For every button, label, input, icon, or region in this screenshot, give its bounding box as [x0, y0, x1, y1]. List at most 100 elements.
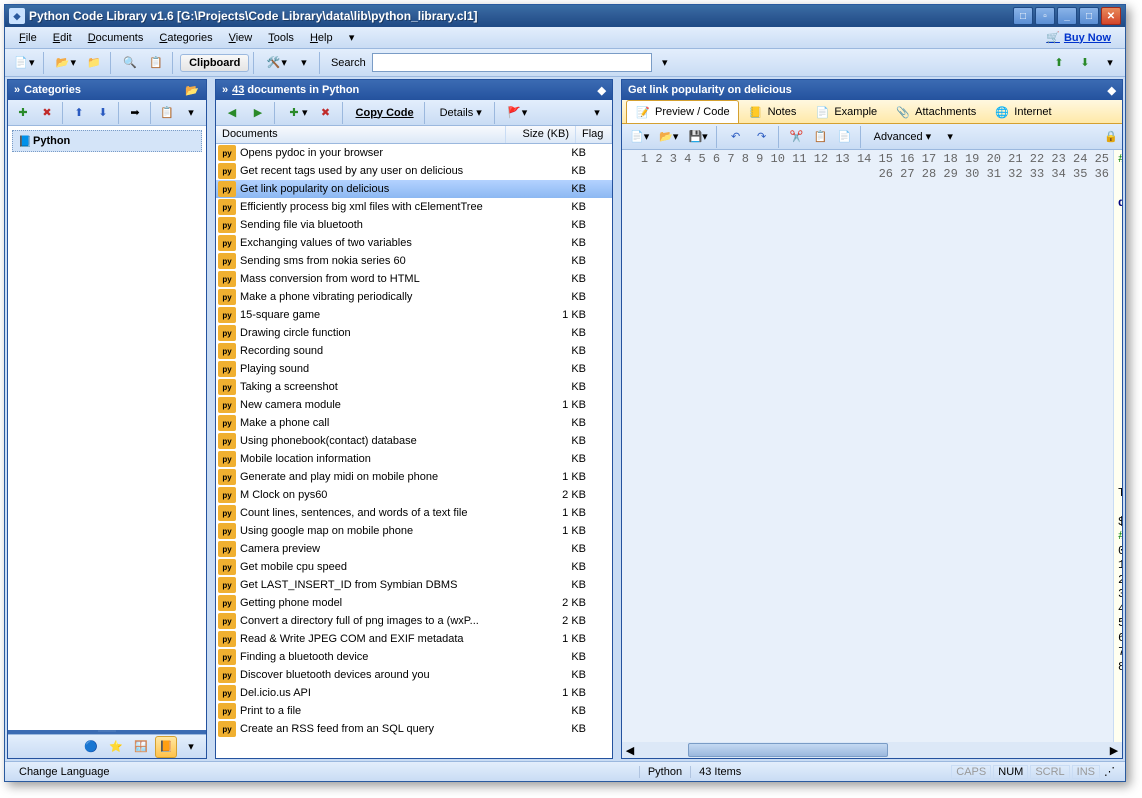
menu-edit[interactable]: Edit — [45, 30, 80, 46]
window-minimize-button[interactable]: _ — [1057, 7, 1077, 25]
category-item-python[interactable]: 📘 Python — [12, 130, 202, 152]
document-row[interactable]: pyCount lines, sentences, and words of a… — [216, 504, 612, 522]
documents-category-link[interactable]: Python — [322, 84, 359, 96]
cat-fav-button[interactable]: ⭐ — [105, 736, 127, 758]
open-button[interactable]: 📂▾ — [51, 52, 81, 74]
window-restore2-button[interactable]: ▫ — [1035, 7, 1055, 25]
document-row[interactable]: pyGet recent tags used by any user on de… — [216, 162, 612, 180]
copy-button[interactable]: 📋 — [810, 126, 832, 148]
paste-button[interactable]: 📄 — [834, 126, 856, 148]
doc-forward-button[interactable]: ▶ — [246, 102, 270, 124]
document-row[interactable]: pyNew camera module1 KB — [216, 396, 612, 414]
cat-indent-button[interactable]: ➡ — [124, 102, 146, 124]
copy-code-button[interactable]: Copy Code — [350, 105, 420, 121]
column-size[interactable]: Size (KB) — [506, 126, 576, 143]
nav-down-button[interactable]: ⬇ — [1073, 52, 1097, 74]
document-row[interactable]: pyCreate an RSS feed from an SQL queryKB — [216, 720, 612, 738]
code-editor[interactable]: 1 2 3 4 5 6 7 8 9 10 11 12 13 14 15 16 1… — [622, 150, 1122, 742]
cat-down-button[interactable]: ⬇ — [92, 102, 114, 124]
horizontal-scrollbar[interactable]: ◀▶ — [622, 742, 1122, 758]
code-text[interactable]: #We are using python's delicious-py modu… — [1114, 150, 1122, 742]
lock-icon[interactable]: 🔒 — [1104, 130, 1118, 143]
document-row[interactable]: pyUsing google map on mobile phone1 KB — [216, 522, 612, 540]
menu-overflow-icon[interactable]: ▾ — [341, 27, 363, 49]
resize-grip-icon[interactable]: ⋰ — [1100, 765, 1119, 778]
splitter-right[interactable] — [615, 77, 619, 761]
cat-overflow-icon[interactable]: ▾ — [180, 102, 202, 124]
document-row[interactable]: py15-square game1 KB — [216, 306, 612, 324]
folder-icon[interactable]: 📂 — [184, 82, 200, 98]
scrollbar-thumb[interactable] — [688, 743, 888, 757]
titlebar[interactable]: ◆ Python Code Library v1.6 [G:\Projects\… — [5, 5, 1125, 27]
tab-example[interactable]: 📄Example — [805, 100, 886, 123]
document-row[interactable]: pyEfficiently process big xml files with… — [216, 198, 612, 216]
document-row[interactable]: pyMake a phone vibrating periodicallyKB — [216, 288, 612, 306]
cat-delete-button[interactable]: ✖ — [36, 102, 58, 124]
cat-bottom-overflow[interactable]: ▾ — [180, 736, 202, 758]
code-new-button[interactable]: 📄▾ — [626, 126, 653, 148]
code-overflow-icon[interactable]: ▾ — [939, 126, 961, 148]
chevron-icon[interactable]: ◆ — [1108, 84, 1116, 97]
clipboard-button[interactable]: Clipboard — [180, 54, 249, 72]
document-row[interactable]: pySending file via bluetoothKB — [216, 216, 612, 234]
window-restore1-button[interactable]: □ — [1013, 7, 1033, 25]
document-row[interactable]: pyRecording soundKB — [216, 342, 612, 360]
doc-delete-button[interactable]: ✖ — [314, 102, 338, 124]
document-row[interactable]: pyGet LAST_INSERT_ID from Symbian DBMSKB — [216, 576, 612, 594]
chevron-icon[interactable]: ◆ — [598, 84, 606, 97]
document-row[interactable]: pyFinding a bluetooth deviceKB — [216, 648, 612, 666]
redo-button[interactable]: ↷ — [750, 126, 774, 148]
tab-attachments[interactable]: 📎Attachments — [886, 100, 985, 123]
doc-back-button[interactable]: ◀ — [220, 102, 244, 124]
document-row[interactable]: pyTaking a screenshotKB — [216, 378, 612, 396]
document-row[interactable]: pyDel.icio.us API1 KB — [216, 684, 612, 702]
nav-up-button[interactable]: ⬆ — [1047, 52, 1071, 74]
menu-view[interactable]: View — [221, 30, 261, 46]
document-row[interactable]: pyExchanging values of two variablesKB — [216, 234, 612, 252]
doc-add-button[interactable]: ✚▾ — [282, 102, 312, 124]
menu-help[interactable]: Help — [302, 30, 341, 46]
document-row[interactable]: pyPrint to a fileKB — [216, 702, 612, 720]
document-row[interactable]: pyGetting phone model2 KB — [216, 594, 612, 612]
search-button[interactable]: 🔍 — [118, 52, 142, 74]
cat-book-button[interactable]: 📙 — [155, 736, 177, 758]
tab-notes[interactable]: 📒Notes — [739, 100, 806, 123]
documents-header[interactable]: » 43 documents in Python ◆ — [216, 80, 612, 100]
document-row[interactable]: pyMake a phone callKB — [216, 414, 612, 432]
menu-documents[interactable]: Documents — [80, 30, 152, 46]
nav-overflow-icon[interactable]: ▾ — [1099, 52, 1121, 74]
document-row[interactable]: pyConvert a directory full of png images… — [216, 612, 612, 630]
toolbar-overflow-icon[interactable]: ▾ — [293, 52, 315, 74]
document-row[interactable]: pyUsing phonebook(contact) databaseKB — [216, 432, 612, 450]
document-row[interactable]: pyMass conversion from word to HTMLKB — [216, 270, 612, 288]
new-doc-button[interactable]: 📄▾ — [9, 52, 39, 74]
doc-flag-button[interactable]: 🚩▾ — [502, 102, 532, 124]
menu-file[interactable]: File — [11, 30, 45, 46]
tab-preview-code[interactable]: 📝Preview / Code — [626, 100, 739, 123]
cat-add-button[interactable]: ✚ — [12, 102, 34, 124]
code-save-button[interactable]: 💾▾ — [684, 126, 711, 148]
document-row[interactable]: pyM Clock on pys602 KB — [216, 486, 612, 504]
menu-categories[interactable]: Categories — [151, 30, 220, 46]
column-flag[interactable]: Flag — [576, 126, 612, 143]
document-row[interactable]: pyMobile location informationKB — [216, 450, 612, 468]
cat-win-button[interactable]: 🪟 — [130, 736, 152, 758]
open2-button[interactable]: 📁 — [82, 52, 106, 74]
code-open-button[interactable]: 📂▾ — [655, 126, 682, 148]
tools-button[interactable]: 🛠️▾ — [261, 52, 291, 74]
document-row[interactable]: pySending sms from nokia series 60KB — [216, 252, 612, 270]
window-maximize-button[interactable]: □ — [1079, 7, 1099, 25]
menu-tools[interactable]: Tools — [260, 30, 302, 46]
document-row[interactable]: pyRead & Write JPEG COM and EXIF metadat… — [216, 630, 612, 648]
code-header[interactable]: Get link popularity on delicious ◆ — [622, 80, 1122, 100]
undo-button[interactable]: ↶ — [724, 126, 748, 148]
document-row[interactable]: pyGet mobile cpu speedKB — [216, 558, 612, 576]
cat-up-button[interactable]: ⬆ — [68, 102, 90, 124]
change-language-button[interactable]: Change Language — [11, 766, 118, 778]
document-row[interactable]: pyGet link popularity on deliciousKB — [216, 180, 612, 198]
categories-header[interactable]: »Categories 📂 — [8, 80, 206, 100]
document-row[interactable]: pyPlaying soundKB — [216, 360, 612, 378]
cut-button[interactable]: ✂️ — [786, 126, 808, 148]
print-button[interactable]: 📋 — [144, 52, 168, 74]
window-close-button[interactable]: ✕ — [1101, 7, 1121, 25]
